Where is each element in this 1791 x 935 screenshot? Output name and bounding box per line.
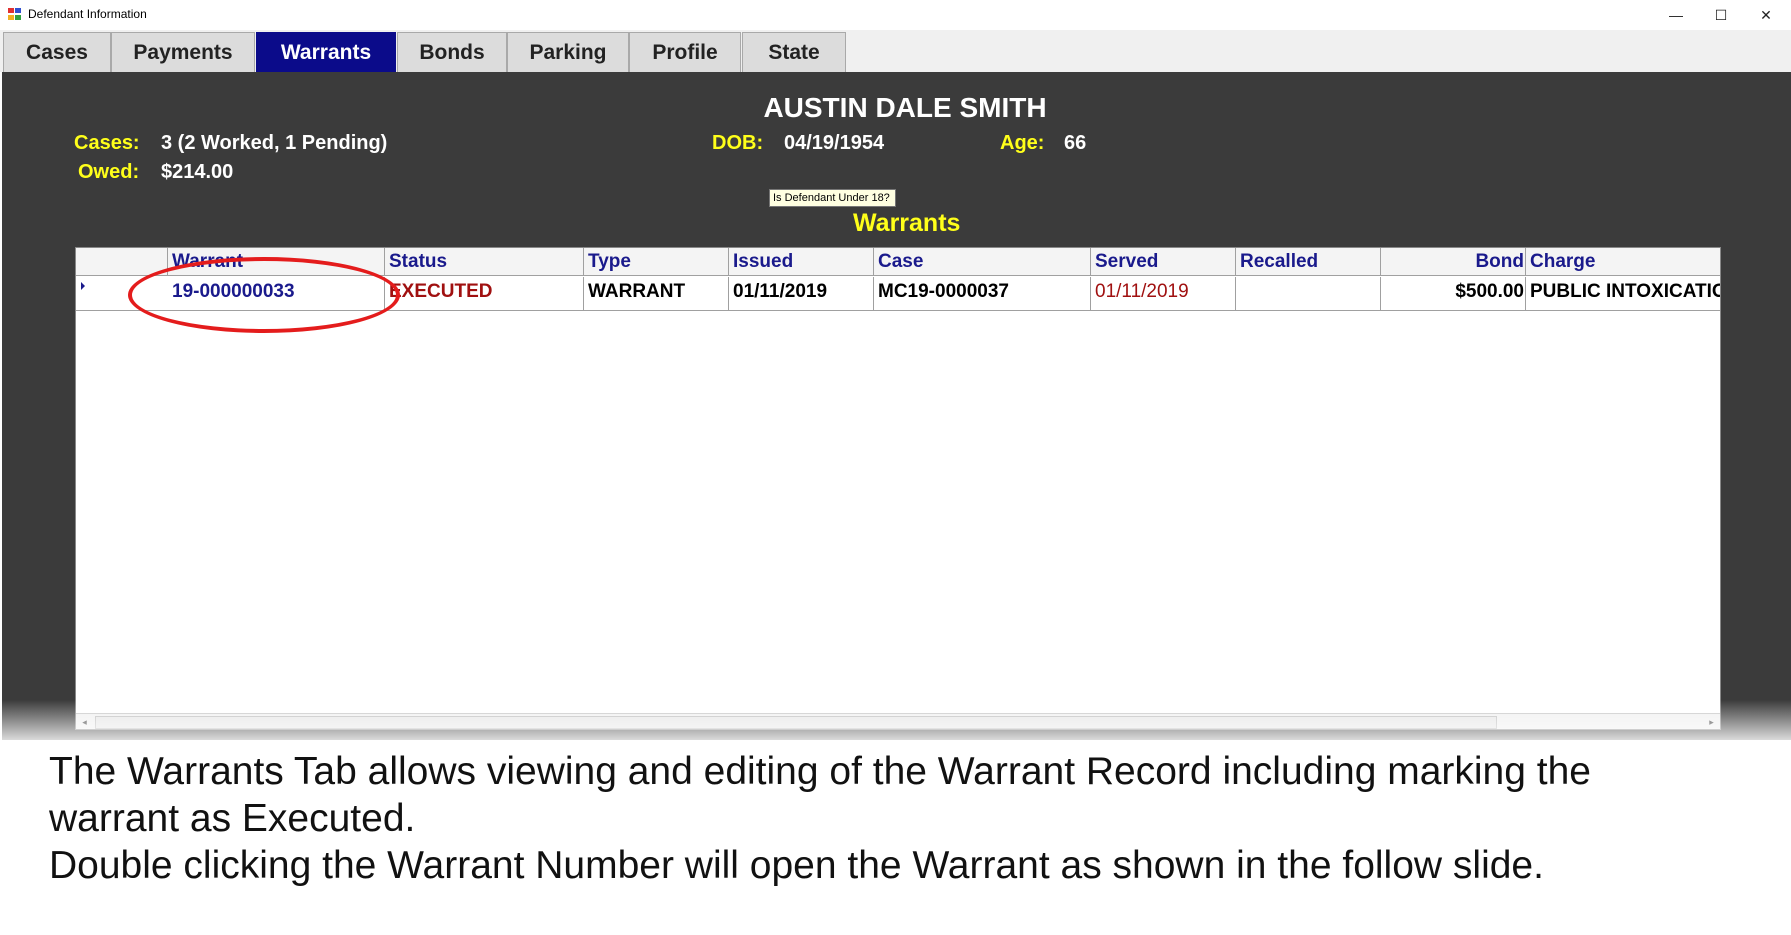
title-bar: Defendant Information — ☐ ✕: [0, 0, 1791, 30]
column-header-served[interactable]: Served: [1091, 248, 1236, 276]
caption-line-1: The Warrants Tab allows viewing and edit…: [49, 750, 1591, 793]
dob-value: 04/19/1954: [784, 132, 885, 154]
column-header-bond[interactable]: Bond: [1381, 248, 1526, 276]
section-title: Warrants: [853, 209, 961, 237]
owed-value: $214.00: [161, 161, 234, 183]
defendant-name: AUSTIN DALE SMITH: [763, 92, 1047, 123]
caption-line-2: warrant as Executed.: [49, 797, 416, 840]
cell-type[interactable]: WARRANT: [584, 277, 729, 311]
dob-label: DOB:: [712, 132, 764, 154]
annotation-ellipse: [128, 257, 400, 333]
tab-payments[interactable]: Payments: [111, 32, 255, 72]
cell-issued[interactable]: 01/11/2019: [729, 277, 874, 311]
cell-charge[interactable]: PUBLIC INTOXICATION: [1526, 277, 1720, 311]
window-title: Defendant Information: [28, 7, 147, 21]
cell-recalled[interactable]: [1236, 277, 1381, 311]
age-label: Age:: [1000, 132, 1045, 154]
tab-state[interactable]: State: [742, 32, 846, 72]
tab-cases[interactable]: Cases: [3, 32, 111, 72]
column-header-case[interactable]: Case: [874, 248, 1091, 276]
tab-warrants[interactable]: Warrants: [256, 32, 396, 72]
caption-line-3: Double clicking the Warrant Number will …: [49, 844, 1544, 887]
slide-caption: The Warrants Tab allows viewing and edit…: [49, 748, 1749, 889]
close-button[interactable]: ✕: [1744, 0, 1788, 30]
tab-strip: Cases Payments Warrants Bonds Parking Pr…: [0, 30, 1791, 72]
tab-parking[interactable]: Parking: [507, 32, 629, 72]
age-value: 66: [1064, 132, 1087, 154]
under-18-tooltip: Is Defendant Under 18?: [769, 189, 896, 207]
cell-bond[interactable]: $500.00: [1381, 277, 1526, 311]
cell-case[interactable]: MC19-0000037: [874, 277, 1091, 311]
app-form-icon: [8, 8, 22, 21]
cell-served[interactable]: 01/11/2019: [1091, 277, 1236, 311]
cell-status[interactable]: EXECUTED: [385, 277, 584, 311]
column-header-recalled[interactable]: Recalled: [1236, 248, 1381, 276]
tab-bonds[interactable]: Bonds: [397, 32, 507, 72]
maximize-button[interactable]: ☐: [1699, 0, 1743, 30]
column-header-status[interactable]: Status: [385, 248, 584, 276]
cases-label: Cases:: [74, 132, 140, 154]
column-header-type[interactable]: Type: [584, 248, 729, 276]
tab-profile[interactable]: Profile: [629, 32, 741, 72]
owed-label: Owed:: [78, 161, 140, 183]
column-header-issued[interactable]: Issued: [729, 248, 874, 276]
minimize-button[interactable]: —: [1654, 0, 1698, 30]
cases-value: 3 (2 Worked, 1 Pending): [161, 132, 388, 154]
column-header-charge[interactable]: Charge: [1526, 248, 1720, 276]
